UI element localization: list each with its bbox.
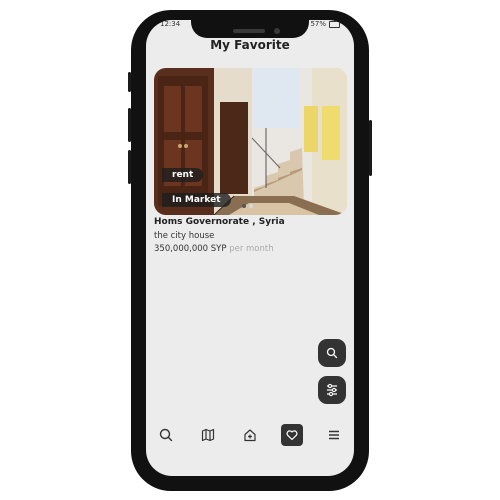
search-icon: [326, 347, 338, 359]
filter-sliders-icon: [327, 383, 337, 397]
battery-text: 57%: [310, 20, 326, 28]
carousel-dots: [242, 204, 253, 208]
phone-button-left-1: [128, 72, 131, 92]
phone-notch: [191, 10, 309, 38]
rent-badge: rent: [162, 168, 204, 182]
status-time: 12:34: [160, 20, 181, 28]
battery-icon: [329, 20, 340, 28]
nav-map[interactable]: [197, 424, 219, 446]
nav-menu[interactable]: [323, 424, 345, 446]
listing-name: the city house: [154, 231, 215, 241]
phone-button-left-3: [128, 150, 131, 184]
phone-speaker: [233, 29, 265, 33]
bottom-navbar: [146, 424, 354, 448]
nav-favorites[interactable]: [281, 424, 303, 446]
phone-camera: [274, 28, 280, 34]
price-period: per month: [229, 244, 274, 254]
market-status-badge: In Market: [162, 193, 231, 207]
listing-price: 350,000,000 SYP per month: [154, 244, 274, 254]
floating-search-button[interactable]: [318, 339, 346, 367]
search-icon: [159, 428, 173, 442]
carousel-dot[interactable]: [249, 204, 253, 208]
heart-icon: [286, 430, 298, 441]
carousel-dot-active[interactable]: [242, 204, 246, 208]
home-add-icon: [244, 429, 256, 442]
menu-icon: [329, 430, 339, 440]
price-value: 350,000,000 SYP: [154, 244, 227, 254]
nav-add-property[interactable]: [239, 424, 261, 446]
listing-location[interactable]: Homs Governorate , Syria: [154, 217, 285, 227]
phone-button-right: [369, 120, 372, 176]
map-icon: [201, 428, 215, 442]
phone-button-left-2: [128, 108, 131, 142]
page-title: My Favorite: [210, 38, 290, 52]
app-screen: 12:34 57% My Favorite rent In Market Hom…: [146, 20, 354, 476]
floating-filter-button[interactable]: [318, 376, 346, 404]
nav-search[interactable]: [155, 424, 177, 446]
listing-image[interactable]: rent In Market: [154, 68, 347, 215]
